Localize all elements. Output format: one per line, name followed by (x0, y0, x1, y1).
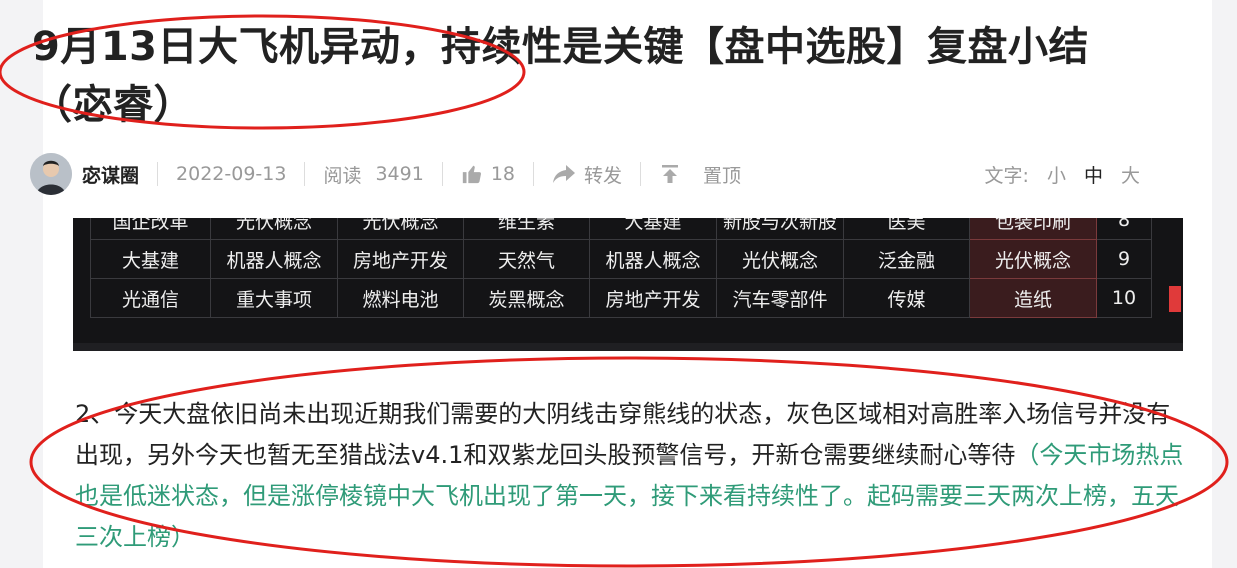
font-size-large[interactable]: 大 (1121, 161, 1140, 188)
author-name[interactable]: 宓谋圈 (82, 161, 139, 188)
like-button[interactable]: 18 (461, 163, 515, 185)
table-cell: 包装印刷 (969, 218, 1097, 240)
rank-cell: 10 (1096, 278, 1152, 318)
rank-cell: 8 (1096, 218, 1152, 240)
read-stat: 阅读 3491 (323, 161, 423, 188)
thumbs-up-icon (462, 165, 481, 184)
table-cell: 医美 (843, 218, 970, 240)
paragraph-text: 2、今天大盘依旧尚未出现近期我们需要的大阴线击穿熊线的状态，灰色区域相对高胜率入… (75, 400, 1171, 469)
share-label: 转发 (584, 164, 623, 187)
divider (157, 162, 159, 186)
table-cell: 汽车零部件 (716, 278, 844, 318)
table-cell: 造纸 (969, 278, 1097, 318)
table-cell: 泛金融 (843, 239, 970, 279)
divider (533, 162, 534, 186)
table-cell: 维生素 (463, 218, 590, 240)
divider (304, 162, 306, 186)
font-size-label: 文字: (984, 164, 1029, 187)
author-avatar[interactable] (30, 153, 72, 195)
divider (441, 162, 443, 186)
article-title: 9月13日大飞机异动，持续性是关键【盘中选股】复盘小结（宓睿） (32, 24, 1089, 128)
table-cell: 光通信 (90, 278, 211, 318)
table-cell: 燃料电池 (337, 278, 464, 318)
font-size-medium[interactable]: 中 (1084, 161, 1103, 188)
table-cell: 光伏概念 (716, 239, 844, 279)
rank-cell: 9 (1096, 239, 1152, 279)
table-cell: 房地产开发 (337, 239, 464, 279)
table-cell: 炭黑概念 (463, 278, 590, 318)
divider (640, 162, 642, 186)
article-paragraph: 2、今天大盘依旧尚未出现近期我们需要的大阴线击穿熊线的状态，灰色区域相对高胜率入… (75, 394, 1190, 558)
table-cell: 光伏概念 (210, 218, 338, 240)
pin-label: 置顶 (703, 164, 742, 187)
article-meta-bar: 宓谋圈 2022-09-13 阅读 3491 18 转发 置顶 文字: 小 中 … (30, 152, 1140, 196)
like-count: 18 (490, 163, 515, 185)
screenshot-footer-strip (73, 343, 1183, 351)
table-row: 大基建 机器人概念 房地产开发 天然气 机器人概念 光伏概念 泛金融 光伏概念 … (90, 239, 1152, 279)
embedded-screenshot: 国企改革 光伏概念 光伏概念 维生素 大基建 新股与次新股 医美 包装印刷 8 … (73, 218, 1183, 351)
font-size-small[interactable]: 小 (1047, 161, 1066, 188)
table-cell: 房地产开发 (589, 278, 717, 318)
share-button[interactable]: 转发 (552, 161, 622, 188)
publish-date: 2022-09-13 (176, 163, 287, 185)
table-cell: 大基建 (90, 239, 211, 279)
red-marker (1169, 286, 1181, 312)
table-row: 光通信 重大事项 燃料电池 炭黑概念 房地产开发 汽车零部件 传媒 造纸 10 (90, 278, 1152, 318)
table-cell: 天然气 (463, 239, 590, 279)
table-cell: 传媒 (843, 278, 970, 318)
table-cell: 机器人概念 (589, 239, 717, 279)
font-size-switcher: 文字: 小 中 大 (985, 161, 1140, 188)
table-cell: 重大事项 (210, 278, 338, 318)
share-arrow-icon (553, 165, 575, 183)
pin-button[interactable]: 置顶 (659, 161, 741, 188)
table-cell: 光伏概念 (969, 239, 1097, 279)
sector-ranking-table: 国企改革 光伏概念 光伏概念 维生素 大基建 新股与次新股 医美 包装印刷 8 … (90, 218, 1152, 318)
table-cell: 机器人概念 (210, 239, 338, 279)
table-row: 国企改革 光伏概念 光伏概念 维生素 大基建 新股与次新股 医美 包装印刷 8 (90, 218, 1152, 240)
table-cell: 大基建 (589, 218, 717, 240)
table-cell: 国企改革 (90, 218, 211, 240)
read-count: 3491 (375, 163, 424, 185)
table-cell: 新股与次新股 (716, 218, 844, 240)
pin-top-icon (662, 165, 679, 183)
read-label: 阅读 (323, 164, 362, 187)
table-cell: 光伏概念 (337, 218, 464, 240)
